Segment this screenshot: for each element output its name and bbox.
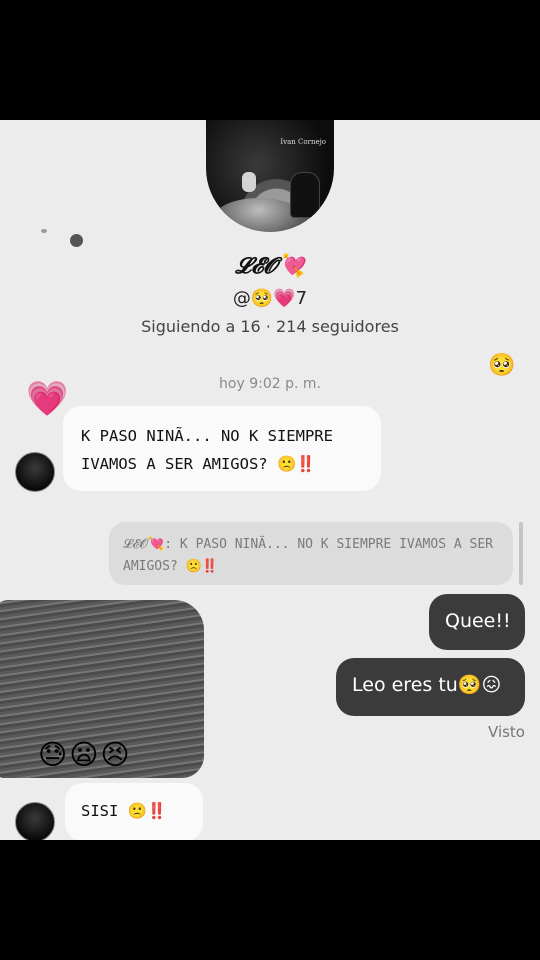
message-text: K PASO NINÃ... NO K SIEMPRE IVAMOS A SER… [81,427,333,473]
profile-handle: @🥺💗7 [232,288,308,309]
message-text: SISI 🙁‼️ [81,802,167,820]
decor-dot [41,229,47,233]
reply-preview[interactable]: 𝓛𝓔𝓞💘: K PASO NINÃ... NO K SIEMPRE IVAMOS… [109,522,513,585]
sender-avatar[interactable] [15,802,55,840]
avatar-astronaut-graphic [242,172,256,192]
profile-stats: Siguiendo a 16 · 214 seguidores [141,317,399,336]
sender-avatar[interactable] [15,452,55,492]
message-bubble-outgoing[interactable]: Leo eres tu🥺😖 [336,658,525,716]
reply-preview-text: 𝓛𝓔𝓞💘: K PASO NINÃ... NO K SIEMPRE IVAMOS… [123,537,493,574]
profile-name: 𝓛𝓔𝓞💘 [235,253,305,279]
message-timestamp: hoy 9:02 p. m. [219,376,321,392]
message-text: Leo eres tu🥺😖 [352,674,502,696]
profile-avatar[interactable]: Ivan Cornejo [206,120,334,232]
decor-dot [70,234,83,247]
reply-indicator-bar [519,522,523,585]
avatar-caption: Ivan Cornejo [280,138,326,146]
message-bubble-outgoing[interactable]: Quee!! [429,594,525,650]
reaction-emojis: 😓😦😣 [38,738,132,771]
message-text: Quee!! [445,610,511,632]
message-bubble-incoming[interactable]: SISI 🙁‼️ [65,783,203,840]
message-bubble-incoming[interactable]: K PASO NINÃ... NO K SIEMPRE IVAMOS A SER… [63,406,381,491]
avatar-person-graphic [290,172,320,218]
pleading-face-icon: 🥺 [488,353,516,378]
chat-screen: Ivan Cornejo 𝓛𝓔𝓞💘 @🥺💗7 Siguiendo a 16 · … [0,120,540,840]
seen-status: Visto [488,723,525,741]
